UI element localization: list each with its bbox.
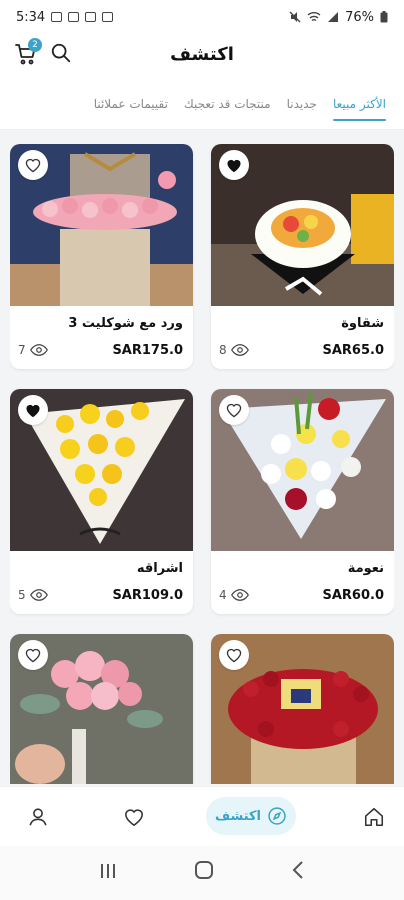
bottom-navigation: اكتشف [0, 786, 404, 846]
tab-you-may-like[interactable]: منتجات قد تعجبك [184, 83, 271, 121]
recent-apps-button[interactable] [99, 861, 117, 886]
cart-button[interactable]: 2 [14, 38, 42, 66]
user-icon [29, 808, 47, 826]
status-time: 5:34 [16, 9, 46, 25]
battery-icon [380, 11, 388, 23]
product-price: SAR65.0 [322, 343, 384, 358]
product-price: SAR109.0 [112, 588, 183, 603]
notification-icon [68, 12, 80, 22]
notification-icon [85, 12, 97, 22]
view-count-value: 5 [18, 588, 26, 602]
tab-new[interactable]: جديدنا [287, 83, 317, 121]
nav-discover[interactable]: اكتشف [206, 797, 296, 835]
status-bar: 5:34 76% [0, 0, 404, 34]
home-system-button[interactable] [194, 860, 214, 886]
view-count: 5 [18, 588, 48, 602]
heart-outline-icon [25, 158, 41, 173]
product-name: نعومة [347, 561, 384, 576]
notification-icon [51, 12, 63, 22]
category-tabs: الأكثر مبيعا جديدنا منتجات قد تعجبك تقيي… [0, 74, 404, 130]
favorite-button[interactable] [18, 150, 48, 180]
view-count: 7 [18, 343, 48, 357]
product-name: اشراقه [136, 561, 183, 576]
view-count-value: 8 [219, 343, 227, 357]
product-price: SAR175.0 [112, 343, 183, 358]
favorite-button[interactable] [18, 395, 48, 425]
product-grid: شقاوة SAR65.0 8 ورد مع شوكليت 3 SAR175.0… [10, 144, 394, 784]
favorite-button[interactable] [219, 640, 249, 670]
compass-icon [268, 807, 286, 825]
view-count-value: 7 [18, 343, 26, 357]
product-card[interactable] [211, 634, 394, 784]
app-header: 2 اكتشف [0, 34, 404, 74]
mute-icon [289, 11, 301, 23]
view-count-value: 4 [219, 588, 227, 602]
recent-apps-icon [100, 863, 115, 878]
tab-customer-reviews[interactable]: تقييمات عملائنا [94, 83, 168, 121]
heart-filled-icon [227, 159, 241, 173]
tab-best-sellers[interactable]: الأكثر مبيعا [332, 83, 387, 121]
home-circle-icon [194, 861, 213, 879]
nav-favorites[interactable] [120, 803, 148, 831]
home-icon [364, 807, 384, 827]
favorite-button[interactable] [18, 640, 48, 670]
nav-profile[interactable] [24, 803, 52, 831]
heart-outline-icon [125, 809, 143, 827]
heart-outline-icon [226, 403, 242, 418]
product-price: SAR60.0 [322, 588, 384, 603]
search-icon [51, 43, 71, 63]
product-name: ورد مع شوكليت 3 [68, 316, 183, 331]
favorite-button[interactable] [219, 395, 249, 425]
product-card[interactable] [10, 634, 193, 784]
search-button[interactable] [50, 42, 74, 66]
favorite-button[interactable] [219, 150, 249, 180]
eye-icon [230, 589, 249, 601]
nav-home[interactable] [360, 803, 388, 831]
nav-discover-label: اكتشف [214, 808, 262, 824]
signal-icon [328, 12, 339, 22]
product-card[interactable]: ورد مع شوكليت 3 SAR175.0 7 [10, 144, 193, 369]
page-title: اكتشف [170, 43, 234, 65]
eye-icon [29, 589, 48, 601]
product-name: شقاوة [341, 316, 384, 331]
heart-outline-icon [226, 648, 242, 663]
product-card[interactable]: شقاوة SAR65.0 8 [211, 144, 394, 369]
heart-filled-icon [26, 404, 40, 418]
heart-outline-icon [25, 648, 41, 663]
system-navigation-bar [0, 846, 404, 900]
wifi-icon [307, 12, 321, 22]
product-card[interactable]: نعومة SAR60.0 4 [211, 389, 394, 614]
view-count: 8 [219, 343, 249, 357]
back-icon [292, 861, 304, 879]
battery-level: 76% [345, 9, 374, 25]
notification-icon [102, 12, 114, 22]
back-button[interactable] [291, 860, 305, 886]
product-card[interactable]: اشراقه SAR109.0 5 [10, 389, 193, 614]
view-count: 4 [219, 588, 249, 602]
eye-icon [230, 344, 249, 356]
eye-icon [29, 344, 48, 356]
cart-count-badge: 2 [28, 38, 42, 52]
